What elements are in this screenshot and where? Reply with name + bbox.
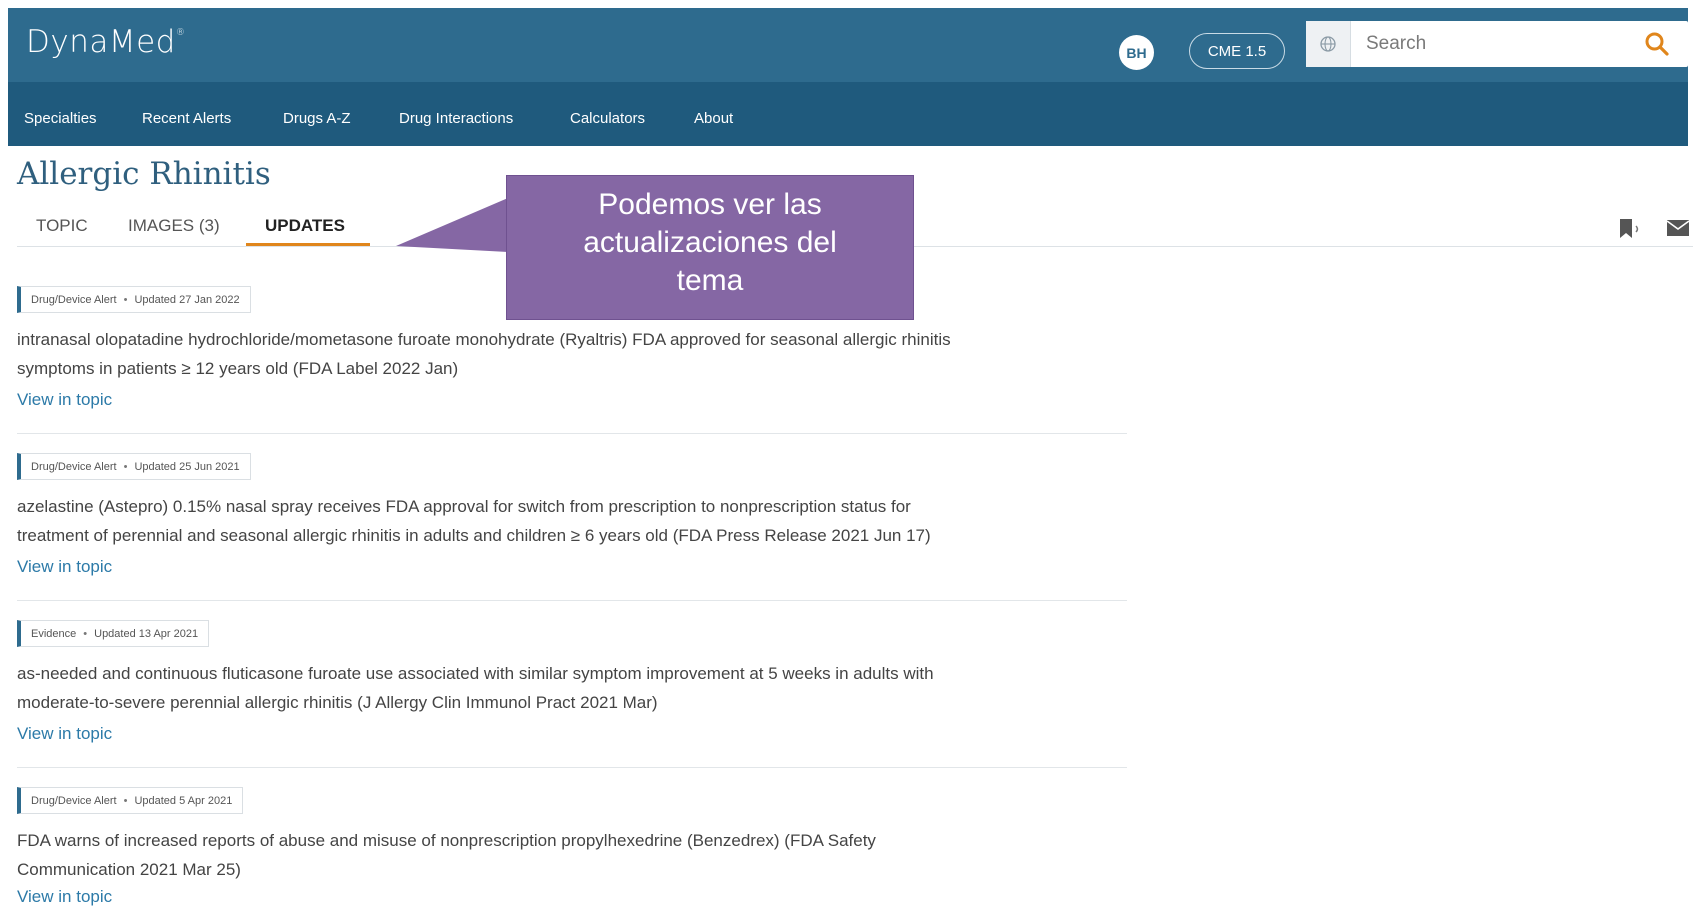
search-input[interactable]: Search bbox=[1366, 33, 1426, 55]
update-item: Drug/Device Alert • Updated 5 Apr 2021 FDA… bbox=[17, 787, 1127, 907]
nav-specialties[interactable]: Specialties bbox=[24, 110, 97, 127]
nav-recent-alerts[interactable]: Recent Alerts bbox=[142, 110, 231, 127]
update-category: Drug/Device Alert bbox=[31, 460, 117, 473]
update-badge: Evidence • Updated 13 Apr 2021 bbox=[17, 620, 210, 647]
bookmark-icon[interactable] bbox=[1618, 218, 1648, 240]
user-avatar[interactable]: BH bbox=[1119, 35, 1154, 70]
update-date: Updated 13 Apr 2021 bbox=[94, 627, 199, 640]
update-description-line: azelastine (Astepro) 0.15% nasal spray r… bbox=[17, 497, 911, 516]
callout-line: tema bbox=[676, 264, 744, 297]
nav-drug-interactions[interactable]: Drug Interactions bbox=[399, 110, 513, 127]
dynamed-logo[interactable]: DynaMed® bbox=[26, 24, 185, 60]
page-title: Allergic Rhinitis bbox=[17, 156, 271, 192]
update-category: Drug/Device Alert bbox=[31, 293, 117, 306]
tab-updates[interactable]: UPDATES bbox=[265, 216, 345, 236]
update-badge: Drug/Device Alert • Updated 27 Jan 2022 bbox=[17, 286, 251, 313]
top-header: DynaMed® BH CME 1.5 Search bbox=[8, 8, 1688, 82]
callout-line: actualizaciones del bbox=[583, 226, 837, 259]
view-in-topic-link[interactable]: View in topic bbox=[17, 887, 112, 907]
update-description-line: Communication 2021 Mar 25) bbox=[17, 860, 241, 879]
callout-line: Podemos ver las bbox=[598, 188, 822, 221]
update-category: Drug/Device Alert bbox=[31, 794, 117, 807]
search-icon[interactable] bbox=[1644, 31, 1670, 57]
update-description: azelastine (Astepro) 0.15% nasal spray r… bbox=[17, 492, 1127, 550]
view-in-topic-link[interactable]: View in topic bbox=[17, 724, 112, 744]
update-category: Evidence bbox=[31, 627, 77, 640]
globe-icon bbox=[1320, 36, 1336, 52]
update-description-line: FDA warns of increased reports of abuse … bbox=[17, 831, 876, 850]
nav-calculators[interactable]: Calculators bbox=[570, 110, 645, 127]
annotation-callout: Podemos ver las actualizaciones del tema bbox=[506, 175, 914, 320]
language-globe-button[interactable] bbox=[1306, 21, 1351, 67]
update-divider bbox=[17, 767, 1127, 768]
update-date: Updated 25 Jun 2021 bbox=[134, 460, 240, 473]
email-icon[interactable] bbox=[1666, 219, 1690, 237]
update-date: Updated 27 Jan 2022 bbox=[134, 293, 240, 306]
update-badge: Drug/Device Alert • Updated 25 Jun 2021 bbox=[17, 453, 251, 480]
update-item: Evidence • Updated 13 Apr 2021 as-needed a… bbox=[17, 620, 1127, 750]
update-description: as-needed and continuous fluticasone fur… bbox=[17, 659, 1127, 717]
update-date: Updated 5 Apr 2021 bbox=[134, 794, 233, 807]
search-box[interactable]: Search bbox=[1306, 21, 1688, 67]
tab-images[interactable]: IMAGES (3) bbox=[128, 216, 220, 236]
update-divider bbox=[17, 600, 1127, 601]
update-description-line: symptoms in patients ≥ 12 years old (FDA… bbox=[17, 359, 459, 378]
view-in-topic-link[interactable]: View in topic bbox=[17, 390, 112, 410]
update-description-line: as-needed and continuous fluticasone fur… bbox=[17, 664, 934, 683]
nav-about[interactable]: About bbox=[694, 110, 733, 127]
update-description-line: moderate-to-severe perennial allergic rh… bbox=[17, 693, 658, 712]
main-nav: Specialties Recent Alerts Drugs A-Z Drug… bbox=[8, 82, 1688, 146]
update-description-line: intranasal olopatadine hydrochloride/mom… bbox=[17, 330, 951, 349]
update-item: Drug/Device Alert • Updated 25 Jun 2021 az… bbox=[17, 453, 1127, 583]
update-description: FDA warns of increased reports of abuse … bbox=[17, 826, 1127, 884]
update-description: intranasal olopatadine hydrochloride/mom… bbox=[17, 325, 1127, 383]
nav-drugs-a-z[interactable]: Drugs A-Z bbox=[283, 110, 351, 127]
cme-button[interactable]: CME 1.5 bbox=[1189, 33, 1285, 69]
tab-topic[interactable]: TOPIC bbox=[36, 216, 88, 236]
view-in-topic-link[interactable]: View in topic bbox=[17, 557, 112, 577]
update-divider bbox=[17, 433, 1127, 434]
update-badge: Drug/Device Alert • Updated 5 Apr 2021 bbox=[17, 787, 244, 814]
update-description-line: treatment of perennial and seasonal alle… bbox=[17, 526, 931, 545]
